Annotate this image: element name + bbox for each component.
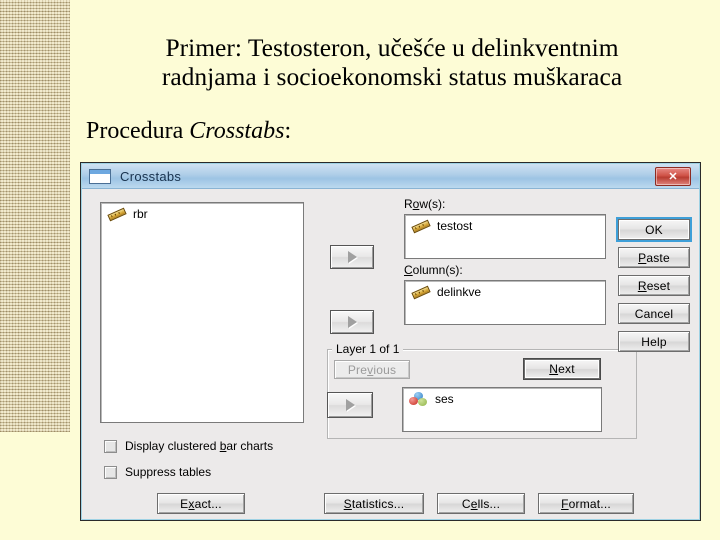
subtitle-suffix: :	[284, 118, 292, 144]
previous-label-post: ious	[373, 362, 397, 377]
variable-name: testost	[437, 219, 473, 233]
layer-variable-list[interactable]: ses	[402, 387, 602, 432]
dialog-body: rbr Row(s): testost Column(s): delinkve …	[82, 189, 699, 519]
format-button-key: F	[561, 496, 569, 511]
window-icon	[89, 168, 111, 184]
statistics-button-label: tatistics...	[351, 496, 405, 511]
subtitle-procedure-name: Crosstabs	[189, 118, 285, 144]
display-clustered-bar-charts-label: Display clustered bar charts	[125, 439, 274, 453]
dialog-titlebar[interactable]: Crosstabs ✕	[82, 164, 699, 189]
ok-button-label: OK	[645, 222, 663, 237]
paste-button[interactable]: Paste	[618, 247, 690, 268]
arrow-right-icon	[347, 251, 357, 263]
subtitle-prefix: Procedura	[86, 118, 190, 144]
slide-background: Primer: Testosteron, učešće u delinkvent…	[0, 0, 720, 540]
previous-layer-button[interactable]: Pre v ious	[334, 360, 410, 379]
rows-label: Row(s):	[404, 197, 445, 211]
list-item[interactable]: testost	[405, 215, 605, 233]
paste-button-label: aste	[646, 250, 670, 265]
format-button-label: ormat...	[568, 496, 611, 511]
crosstabs-dialog: Crosstabs ✕ rbr Row(s): testost Column(s…	[80, 162, 701, 521]
help-button-label: elp	[650, 334, 667, 349]
exact-button-label: act...	[194, 496, 222, 511]
columns-variable-list[interactable]: delinkve	[404, 280, 606, 325]
statistics-button[interactable]: Statistics...	[324, 493, 424, 514]
scale-icon	[411, 219, 431, 233]
columns-label-key: C	[404, 263, 413, 277]
move-to-layer-arrow-button[interactable]	[327, 392, 373, 418]
scale-icon	[107, 207, 127, 221]
cells-button-label: lls...	[477, 496, 501, 511]
reset-button-label: eset	[646, 278, 671, 293]
cells-button-key: e	[470, 496, 478, 511]
scale-icon	[411, 285, 431, 299]
rows-label-post: w(s):	[419, 197, 446, 211]
close-icon[interactable]: ✕	[655, 167, 691, 186]
list-item[interactable]: delinkve	[405, 281, 605, 299]
move-to-columns-arrow-button[interactable]	[330, 310, 374, 334]
columns-label-post: olumn(s):	[412, 263, 463, 277]
slide-title-line1: Primer: Testosteron, učešće u delinkvent…	[165, 33, 619, 62]
layer-group-title: Layer 1 of 1	[332, 342, 404, 356]
variable-name: rbr	[133, 207, 148, 221]
nominal-icon	[409, 392, 429, 406]
suppress-tables-checkbox-row[interactable]: Suppress tables	[104, 465, 211, 479]
move-to-rows-arrow-button[interactable]	[330, 245, 374, 269]
statistics-button-key: S	[343, 496, 352, 511]
slide-title: Primer: Testosteron, učešće u delinkvent…	[86, 33, 698, 91]
slide-title-line2: radnjama i socioekonomski status muškara…	[161, 61, 623, 91]
cancel-button[interactable]: Cancel	[618, 303, 690, 324]
help-button-key: H	[641, 334, 651, 349]
arrow-right-icon	[347, 316, 357, 328]
format-button[interactable]: Format...	[538, 493, 634, 514]
arrow-right-icon	[345, 399, 355, 411]
previous-label-pre: Pre	[347, 362, 368, 377]
reset-button[interactable]: Reset	[618, 275, 690, 296]
burlap-texture-strip	[0, 0, 70, 432]
checkbox-icon[interactable]	[104, 465, 117, 479]
cancel-button-label: ancel	[643, 306, 674, 321]
list-item[interactable]: ses	[403, 388, 601, 406]
rows-label-pre: R	[404, 197, 413, 211]
checkbox-icon[interactable]	[104, 439, 117, 453]
columns-label: Column(s):	[404, 263, 463, 277]
display-clustered-bar-charts-checkbox-row[interactable]: Display clustered bar charts	[104, 439, 273, 453]
rows-variable-list[interactable]: testost	[404, 214, 606, 259]
cells-button[interactable]: Ce lls...	[437, 493, 525, 514]
help-button[interactable]: Help	[618, 331, 690, 352]
paste-button-key: P	[638, 250, 647, 265]
variable-name: delinkve	[437, 285, 482, 299]
next-label-post: ext	[558, 362, 575, 376]
slide-subtitle: Procedura Crosstabs:	[86, 118, 291, 145]
suppress-tables-label: Suppress tables	[125, 465, 212, 479]
next-layer-button[interactable]: Next	[524, 359, 600, 379]
dialog-title: Crosstabs	[120, 168, 182, 184]
reset-button-key: R	[637, 278, 647, 293]
variable-name: ses	[435, 392, 454, 406]
ok-button[interactable]: OK	[618, 219, 690, 240]
source-variable-list[interactable]: rbr	[100, 202, 304, 423]
cancel-button-key: C	[634, 306, 644, 321]
next-label-key: N	[549, 362, 559, 376]
exact-button[interactable]: Ex act...	[157, 493, 245, 514]
list-item[interactable]: rbr	[101, 203, 303, 221]
